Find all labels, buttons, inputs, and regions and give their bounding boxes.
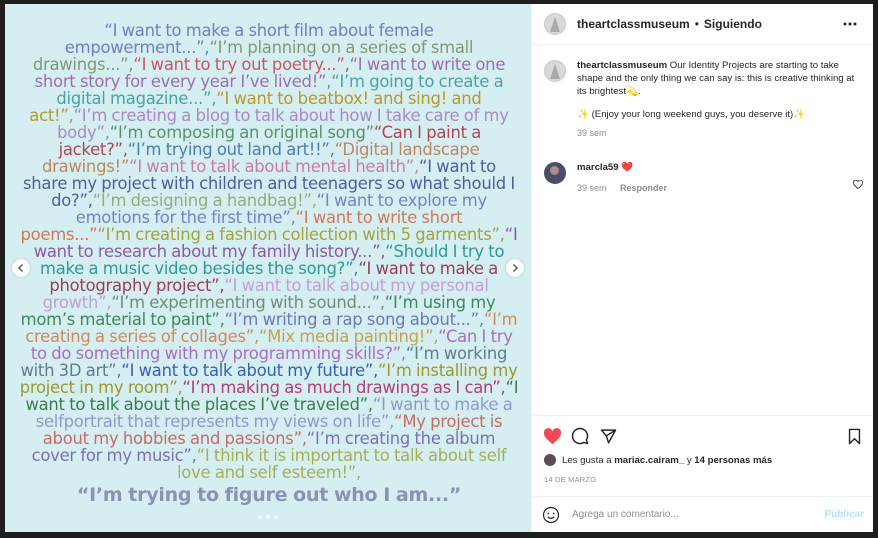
poster-phrase: “I think it is important to talk about s…: [177, 446, 507, 482]
emoji-icon[interactable]: [542, 506, 560, 524]
header-separator: •: [694, 17, 699, 31]
carousel-indicator: [5, 515, 531, 519]
post-actions: Les gusta a mariac.cairam_ y 14 personas…: [532, 415, 873, 484]
caption-username[interactable]: theartclassmuseum: [577, 60, 667, 71]
post-caption: theartclassmuseum Our Identity Projects …: [532, 45, 873, 140]
add-comment-bar: Publicar: [532, 496, 873, 532]
comment-like-button[interactable]: [853, 179, 863, 192]
post-sidebar: theartclassmuseum • Siguiendo theartclas…: [531, 4, 873, 532]
likes-middle: y: [686, 454, 692, 466]
comment-text: ❤️: [621, 162, 634, 173]
caption-second-line: ✨ (Enjoy your long weekend guys, you des…: [577, 109, 806, 120]
likes-summary: Les gusta a mariac.cairam_ y 14 personas…: [542, 454, 864, 466]
follow-status-button[interactable]: Siguiendo: [704, 17, 762, 31]
post-modal: “I want to make a short film about femal…: [5, 4, 873, 532]
comment-item: marcla59 ❤️ 39 sem Responder: [532, 140, 873, 193]
chevron-right-icon: [513, 264, 518, 272]
heart-filled-icon: [543, 427, 561, 444]
carousel-dot: [258, 515, 262, 519]
author-avatar[interactable]: [544, 13, 566, 35]
liker-avatar: [544, 454, 556, 466]
liker-username[interactable]: mariac.cairam_: [614, 455, 684, 466]
like-button[interactable]: [542, 426, 562, 446]
save-button[interactable]: [844, 426, 864, 446]
comment-input[interactable]: [572, 509, 812, 520]
comment-meta: 39 sem Responder: [577, 183, 667, 193]
poster-final-phrase: “I’m trying to figure out who I am...”: [76, 484, 462, 506]
bookmark-icon: [848, 428, 860, 444]
heart-outline-icon: [853, 179, 863, 190]
commenter-avatar[interactable]: [544, 162, 566, 184]
caption-avatar[interactable]: [544, 60, 566, 82]
chevron-left-icon: [18, 264, 23, 272]
comment-button[interactable]: [570, 426, 590, 446]
action-row: [542, 426, 864, 446]
likes-prefix: Les gusta a: [562, 454, 612, 466]
share-icon: [600, 428, 616, 444]
comment-body: marcla59 ❤️ 39 sem Responder: [577, 162, 667, 193]
post-comment-button[interactable]: Publicar: [825, 509, 864, 520]
comment-time[interactable]: 39 sem: [577, 183, 607, 193]
poster-text: “I want to make a short film about femal…: [19, 22, 519, 508]
previous-image-button[interactable]: [12, 259, 30, 277]
more-icon: [843, 22, 857, 26]
post-date[interactable]: 14 DE MARZO: [544, 475, 864, 484]
author-username[interactable]: theartclassmuseum: [577, 17, 690, 31]
post-image: “I want to make a short film about femal…: [5, 4, 531, 532]
share-button[interactable]: [598, 426, 618, 446]
carousel-dot: [274, 515, 278, 519]
caption-body: theartclassmuseum Our Identity Projects …: [577, 59, 861, 140]
commenter-username[interactable]: marcla59: [577, 162, 619, 173]
comment-icon: [571, 427, 589, 445]
post-header: theartclassmuseum • Siguiendo: [532, 4, 873, 45]
next-image-button[interactable]: [506, 259, 524, 277]
likes-others-link[interactable]: 14 personas más: [694, 455, 772, 466]
reply-button[interactable]: Responder: [620, 183, 667, 193]
carousel-dot-active: [266, 515, 270, 519]
caption-time[interactable]: 39 sem: [577, 127, 861, 140]
more-options-button[interactable]: [839, 13, 861, 35]
